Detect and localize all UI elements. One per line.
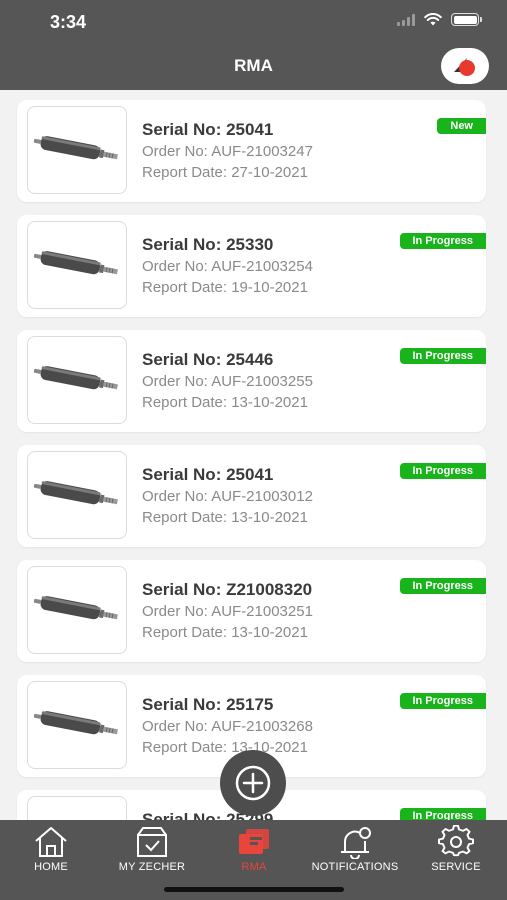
add-rma-button[interactable] [220,750,286,816]
order-number: Order No: AUF-21003268 [142,718,313,735]
cellular-signal-icon [397,13,415,26]
serial-number: Serial No: 25041 [142,120,274,139]
plus-circle-icon [235,765,271,801]
report-date: Report Date: 27-10-2021 [142,164,308,181]
tab-label: HOME [34,861,68,873]
roller-image [33,366,118,390]
order-number: Order No: AUF-21003255 [142,373,313,390]
tab-notifications[interactable]: NOTIFICATIONS [300,825,410,873]
serial-number: Serial No: 25446 [142,350,274,369]
status-icons [397,13,482,26]
serial-number: Serial No: 25175 [142,695,274,714]
battery-icon [451,13,482,26]
tab-label: NOTIFICATIONS [311,861,399,873]
bell-icon [341,827,371,859]
status-badge: In Progress [400,233,486,249]
product-thumbnail [27,106,127,194]
status-badge: In Progress [400,808,486,820]
roller-image [33,481,118,505]
order-number: Order No: AUF-21003012 [142,488,313,505]
rma-list[interactable]: Serial No: 25041 Order No: AUF-21003247 … [0,90,507,820]
zecher-logo-icon [454,58,475,76]
tab-rma[interactable]: RMA [199,825,309,873]
page-title: RMA [234,56,273,75]
roller-image [33,136,118,160]
status-badge: New [437,118,486,134]
order-number: Order No: AUF-21003254 [142,258,313,275]
rma-card[interactable]: Serial No: 25041 Order No: AUF-21003012 … [17,445,486,547]
serial-number: Serial No: Z21008320 [142,580,313,599]
rma-card[interactable]: Serial No: 25330 Order No: AUF-21003254 … [17,215,486,317]
gear-icon [438,825,474,857]
home-indicator [164,887,344,892]
serial-number: Serial No: 25041 [142,465,274,484]
roller-image [33,711,118,735]
rma-icon [239,829,269,854]
report-date: Report Date: 13-10-2021 [142,394,308,411]
tab-home[interactable]: HOME [0,825,106,873]
tab-label: MY ZECHER [118,861,186,873]
tab-service[interactable]: SERVICE [401,825,507,873]
tab-label: RMA [241,861,267,873]
report-date: Report Date: 13-10-2021 [142,739,308,756]
rma-card[interactable]: Serial No: 25041 Order No: AUF-21003247 … [17,100,486,202]
tab-label: SERVICE [431,861,481,873]
product-thumbnail [27,796,127,820]
report-date: Report Date: 13-10-2021 [142,509,308,526]
product-thumbnail [27,221,127,309]
order-number: Order No: AUF-21003251 [142,603,313,620]
status-time: 3:34 [50,12,87,32]
report-date: Report Date: 13-10-2021 [142,624,308,641]
brand-logo[interactable] [441,48,489,84]
box-check-icon [137,827,167,857]
rma-card[interactable]: Serial No: Z21008320 Order No: AUF-21003… [17,560,486,662]
product-thumbnail [27,451,127,539]
status-badge: In Progress [400,348,486,364]
order-number: Order No: AUF-21003247 [142,143,313,160]
wifi-icon [424,13,442,26]
app-header: 3:34 RMA [0,0,507,90]
tab-my-zecher[interactable]: MY ZECHER [97,825,207,873]
serial-number: Serial No: 25330 [142,235,274,254]
roller-image [33,596,118,620]
status-badge: In Progress [400,578,486,594]
home-icon [35,827,67,857]
product-thumbnail [27,566,127,654]
rma-card[interactable]: Serial No: 25446 Order No: AUF-21003255 … [17,330,486,432]
product-thumbnail [27,336,127,424]
status-badge: In Progress [400,693,486,709]
roller-image [33,251,118,275]
product-thumbnail [27,681,127,769]
report-date: Report Date: 19-10-2021 [142,279,308,296]
status-badge: In Progress [400,463,486,479]
